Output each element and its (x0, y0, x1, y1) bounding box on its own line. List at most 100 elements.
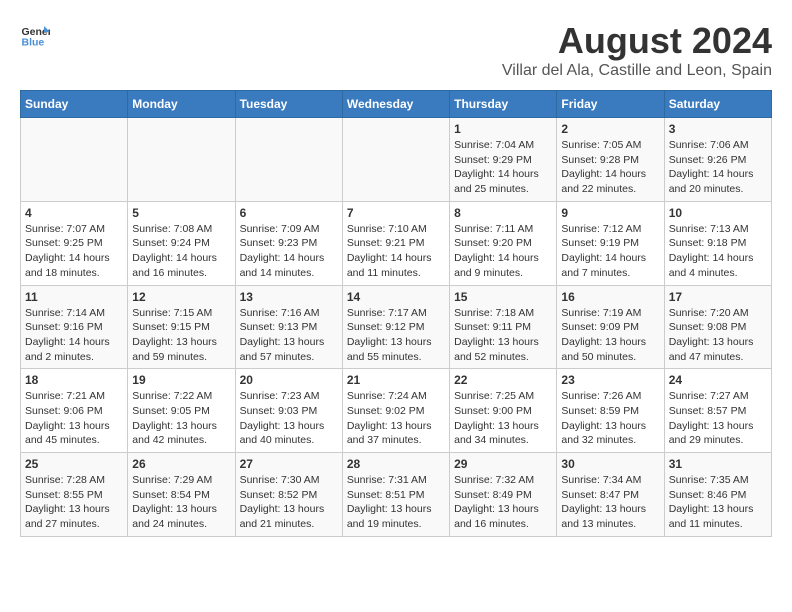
calendar-week-row: 4Sunrise: 7:07 AMSunset: 9:25 PMDaylight… (21, 201, 772, 285)
day-number: 3 (669, 122, 767, 136)
day-info: Sunrise: 7:05 AMSunset: 9:28 PMDaylight:… (561, 138, 659, 197)
day-number: 28 (347, 457, 445, 471)
weekday-header: Tuesday (235, 91, 342, 118)
day-info: Sunrise: 7:06 AMSunset: 9:26 PMDaylight:… (669, 138, 767, 197)
calendar-cell: 8 Sunrise: 7:11 AMSunset: 9:20 PMDaylight… (450, 201, 557, 285)
calendar-cell: 27 Sunrise: 7:30 AMSunset: 8:52 PMDayligh… (235, 453, 342, 537)
weekday-header: Friday (557, 91, 664, 118)
day-number: 29 (454, 457, 552, 471)
page-title: August 2024 (502, 20, 772, 62)
calendar-cell: 15 Sunrise: 7:18 AMSunset: 9:11 PMDayligh… (450, 285, 557, 369)
day-number: 16 (561, 290, 659, 304)
calendar-cell: 19Sunrise: 7:22 AMSunset: 9:05 PMDayligh… (128, 369, 235, 453)
logo: General Blue (20, 20, 50, 50)
calendar-cell: 22 Sunrise: 7:25 AMSunset: 9:00 PMDayligh… (450, 369, 557, 453)
calendar-cell: 26Sunrise: 7:29 AMSunset: 8:54 PMDayligh… (128, 453, 235, 537)
calendar-cell: 29 Sunrise: 7:32 AMSunset: 8:49 PMDayligh… (450, 453, 557, 537)
day-number: 2 (561, 122, 659, 136)
day-number: 30 (561, 457, 659, 471)
day-number: 22 (454, 373, 552, 387)
day-number: 4 (25, 206, 123, 220)
day-info: Sunrise: 7:17 AMSunset: 9:12 PMDaylight:… (347, 306, 445, 365)
day-info: Sunrise: 7:35 AMSunset: 8:46 PMDaylight:… (669, 473, 767, 532)
logo-icon: General Blue (20, 20, 50, 50)
day-info: Sunrise: 7:31 AMSunset: 8:51 PMDaylight:… (347, 473, 445, 532)
calendar-cell: 25Sunrise: 7:28 AMSunset: 8:55 PMDayligh… (21, 453, 128, 537)
calendar-cell: 20 Sunrise: 7:23 AMSunset: 9:03 PMDayligh… (235, 369, 342, 453)
calendar-cell: 7 Sunrise: 7:10 AMSunset: 9:21 PMDaylight… (342, 201, 449, 285)
calendar-cell: 3 Sunrise: 7:06 AMSunset: 9:26 PMDaylight… (664, 118, 771, 202)
day-number: 20 (240, 373, 338, 387)
calendar-cell: 17Sunrise: 7:20 AMSunset: 9:08 PMDayligh… (664, 285, 771, 369)
weekday-header: Saturday (664, 91, 771, 118)
day-info: Sunrise: 7:24 AMSunset: 9:02 PMDaylight:… (347, 389, 445, 448)
calendar-cell: 5Sunrise: 7:08 AMSunset: 9:24 PMDaylight… (128, 201, 235, 285)
calendar-table: SundayMondayTuesdayWednesdayThursdayFrid… (20, 90, 772, 537)
calendar-cell: 12 Sunrise: 7:15 AMSunset: 9:15 PMDayligh… (128, 285, 235, 369)
day-info: Sunrise: 7:30 AMSunset: 8:52 PMDaylight:… (240, 473, 338, 532)
day-info: Sunrise: 7:15 AMSunset: 9:15 PMDaylight:… (132, 306, 230, 365)
calendar-cell: 10 Sunrise: 7:13 AMSunset: 9:18 PMDayligh… (664, 201, 771, 285)
day-info: Sunrise: 7:10 AMSunset: 9:21 PMDaylight:… (347, 222, 445, 281)
day-info: Sunrise: 7:18 AMSunset: 9:11 PMDaylight:… (454, 306, 552, 365)
day-info: Sunrise: 7:32 AMSunset: 8:49 PMDaylight:… (454, 473, 552, 532)
calendar-week-row: 25Sunrise: 7:28 AMSunset: 8:55 PMDayligh… (21, 453, 772, 537)
day-info: Sunrise: 7:26 AMSunset: 8:59 PMDaylight:… (561, 389, 659, 448)
calendar-cell: 11 Sunrise: 7:14 AMSunset: 9:16 PMDayligh… (21, 285, 128, 369)
day-number: 11 (25, 290, 123, 304)
day-number: 24 (669, 373, 767, 387)
day-number: 12 (132, 290, 230, 304)
day-number: 15 (454, 290, 552, 304)
day-number: 21 (347, 373, 445, 387)
day-info: Sunrise: 7:23 AMSunset: 9:03 PMDaylight:… (240, 389, 338, 448)
calendar-cell: 13 Sunrise: 7:16 AMSunset: 9:13 PMDayligh… (235, 285, 342, 369)
calendar-cell (21, 118, 128, 202)
calendar-cell: 1Sunrise: 7:04 AMSunset: 9:29 PMDaylight… (450, 118, 557, 202)
calendar-header: SundayMondayTuesdayWednesdayThursdayFrid… (21, 91, 772, 118)
day-number: 6 (240, 206, 338, 220)
day-number: 27 (240, 457, 338, 471)
day-info: Sunrise: 7:29 AMSunset: 8:54 PMDaylight:… (132, 473, 230, 532)
day-info: Sunrise: 7:11 AMSunset: 9:20 PMDaylight:… (454, 222, 552, 281)
day-info: Sunrise: 7:14 AMSunset: 9:16 PMDaylight:… (25, 306, 123, 365)
calendar-cell (342, 118, 449, 202)
day-info: Sunrise: 7:09 AMSunset: 9:23 PMDaylight:… (240, 222, 338, 281)
calendar-cell (235, 118, 342, 202)
calendar-cell: 18Sunrise: 7:21 AMSunset: 9:06 PMDayligh… (21, 369, 128, 453)
day-number: 31 (669, 457, 767, 471)
day-info: Sunrise: 7:27 AMSunset: 8:57 PMDaylight:… (669, 389, 767, 448)
day-info: Sunrise: 7:13 AMSunset: 9:18 PMDaylight:… (669, 222, 767, 281)
calendar-cell: 30Sunrise: 7:34 AMSunset: 8:47 PMDayligh… (557, 453, 664, 537)
weekday-header: Sunday (21, 91, 128, 118)
day-info: Sunrise: 7:25 AMSunset: 9:00 PMDaylight:… (454, 389, 552, 448)
svg-text:Blue: Blue (22, 37, 45, 49)
day-info: Sunrise: 7:12 AMSunset: 9:19 PMDaylight:… (561, 222, 659, 281)
calendar-cell: 2 Sunrise: 7:05 AMSunset: 9:28 PMDaylight… (557, 118, 664, 202)
calendar-cell (128, 118, 235, 202)
calendar-cell: 6 Sunrise: 7:09 AMSunset: 9:23 PMDaylight… (235, 201, 342, 285)
day-info: Sunrise: 7:22 AMSunset: 9:05 PMDaylight:… (132, 389, 230, 448)
calendar-cell: 21 Sunrise: 7:24 AMSunset: 9:02 PMDayligh… (342, 369, 449, 453)
day-number: 14 (347, 290, 445, 304)
day-number: 17 (669, 290, 767, 304)
day-number: 7 (347, 206, 445, 220)
day-info: Sunrise: 7:08 AMSunset: 9:24 PMDaylight:… (132, 222, 230, 281)
day-number: 10 (669, 206, 767, 220)
calendar-cell: 4Sunrise: 7:07 AMSunset: 9:25 PMDaylight… (21, 201, 128, 285)
day-number: 13 (240, 290, 338, 304)
page-header: General Blue August 2024 Villar del Ala,… (20, 20, 772, 80)
day-number: 23 (561, 373, 659, 387)
day-number: 1 (454, 122, 552, 136)
calendar-week-row: 18Sunrise: 7:21 AMSunset: 9:06 PMDayligh… (21, 369, 772, 453)
weekday-header: Wednesday (342, 91, 449, 118)
day-info: Sunrise: 7:16 AMSunset: 9:13 PMDaylight:… (240, 306, 338, 365)
weekday-header: Thursday (450, 91, 557, 118)
weekday-header: Monday (128, 91, 235, 118)
calendar-body: 1Sunrise: 7:04 AMSunset: 9:29 PMDaylight… (21, 118, 772, 537)
day-number: 8 (454, 206, 552, 220)
calendar-cell: 14 Sunrise: 7:17 AMSunset: 9:12 PMDayligh… (342, 285, 449, 369)
page-subtitle: Villar del Ala, Castille and Leon, Spain (502, 62, 772, 80)
day-number: 18 (25, 373, 123, 387)
calendar-cell: 24 Sunrise: 7:27 AMSunset: 8:57 PMDayligh… (664, 369, 771, 453)
title-section: August 2024 Villar del Ala, Castille and… (502, 20, 772, 80)
